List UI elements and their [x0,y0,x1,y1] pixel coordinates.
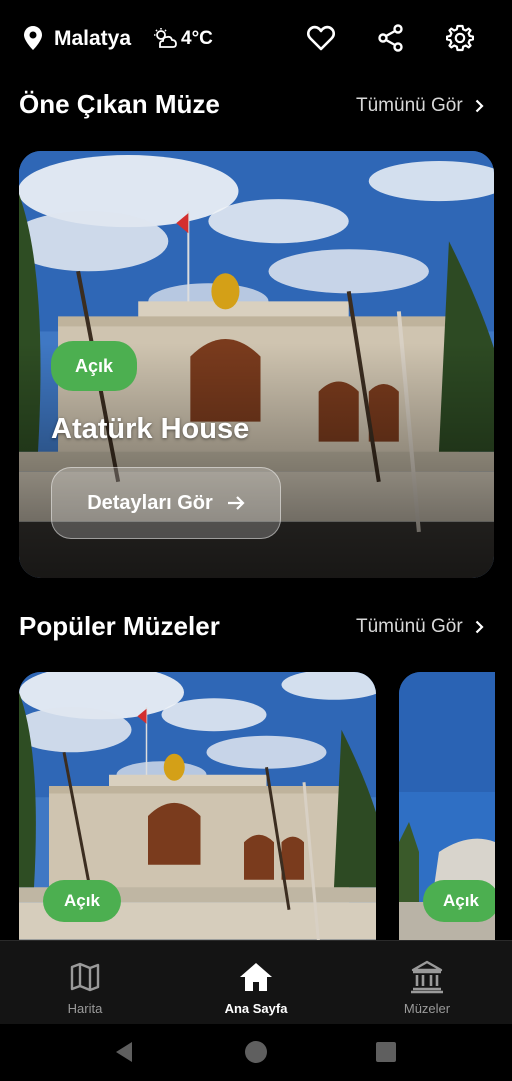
settings-icon [446,24,474,52]
bottom-navigation: Harita Ana Sayfa Müzeler [0,940,512,1024]
museum-icon [411,960,443,994]
location-pin-icon [24,26,42,50]
arrow-right-icon [227,496,245,510]
museum-card-image [399,672,495,972]
nav-item-museums[interactable]: Müzeler [357,941,497,1025]
chevron-right-icon [475,620,484,634]
nav-item-map[interactable]: Harita [15,941,155,1025]
city-name[interactable]: Malatya [54,27,131,51]
system-home-button[interactable] [240,1036,272,1068]
heart-icon [307,25,335,51]
home-circle-icon [245,1041,267,1063]
chevron-right-icon [475,99,484,113]
view-details-label: Detayları Gör [87,491,213,514]
settings-button[interactable] [442,20,478,56]
system-back-button[interactable] [108,1036,140,1068]
featured-museum-card[interactable]: Açık Atatürk House Detayları Gör [19,151,494,578]
popular-museum-card[interactable]: Açık [19,672,376,972]
share-icon [378,24,403,52]
system-recents-button[interactable] [370,1036,402,1068]
featured-see-all-link[interactable]: Tümünü Gör [356,95,484,117]
temperature: 4°C [181,28,213,49]
home-icon [240,963,272,991]
see-all-label: Tümünü Gör [356,616,463,637]
weather-icon [154,28,177,48]
status-badge: Açık [43,880,121,922]
top-bar: Malatya 4°C [0,0,512,78]
system-navigation-bar [0,1024,512,1081]
featured-museum-name: Atatürk House [51,413,250,445]
museum-card-image [19,672,376,972]
view-details-button[interactable]: Detayları Gör [51,467,281,539]
see-all-label: Tümünü Gör [356,95,463,116]
status-badge: Açık [423,880,495,922]
popular-see-all-link[interactable]: Tümünü Gör [356,616,484,638]
nav-label-map: Harita [67,1001,103,1016]
nav-item-home[interactable]: Ana Sayfa [186,941,326,1025]
back-triangle-icon [116,1042,132,1062]
recents-square-icon [376,1042,396,1062]
favorites-button[interactable] [303,20,339,56]
nav-label-museums: Müzeler [403,1001,451,1016]
featured-section-title: Öne Çıkan Müze [19,89,220,119]
nav-label-home: Ana Sayfa [224,1001,288,1016]
map-icon [70,962,100,992]
status-badge: Açık [51,341,137,391]
share-button[interactable] [373,20,409,56]
popular-section-title: Popüler Müzeler [19,611,220,641]
popular-museum-card[interactable]: Açık [399,672,495,972]
